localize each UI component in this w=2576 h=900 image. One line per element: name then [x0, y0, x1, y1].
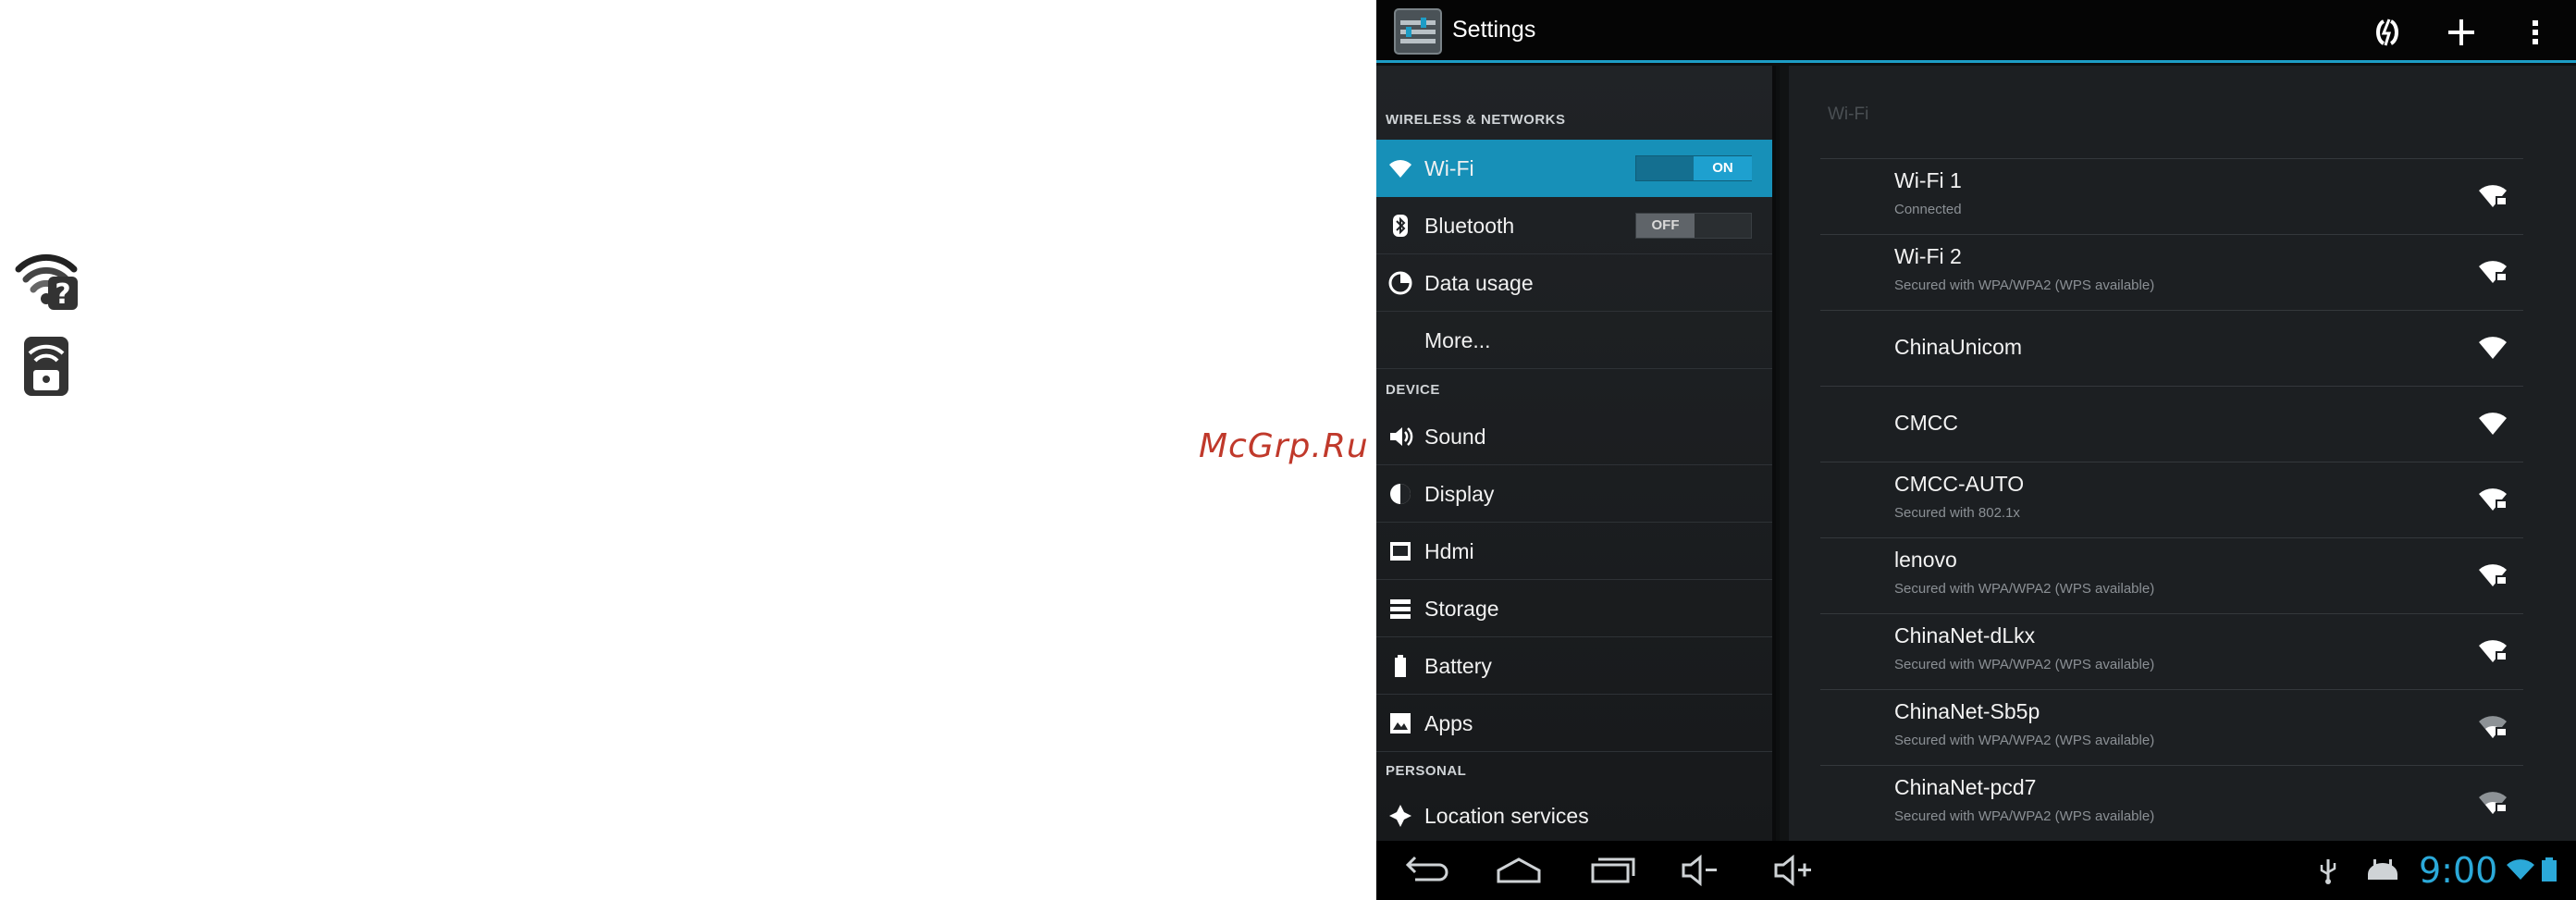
- battery-status-icon: [2538, 854, 2560, 885]
- sidebar-item-bluetooth[interactable]: Bluetooth OFF: [1376, 197, 1772, 254]
- network-name: CMCC: [1894, 411, 1958, 435]
- network-name: ChinaUnicom: [1894, 335, 2023, 359]
- sidebar-item-label: Battery: [1424, 654, 1492, 678]
- network-item[interactable]: ChinaUnicom: [1820, 310, 2523, 386]
- wifi-locked-icon: [13, 333, 80, 400]
- network-name: Wi-Fi 2: [1894, 244, 1962, 268]
- network-status: Secured with WPA/WPA2 (WPS available): [1894, 581, 2155, 597]
- wifi-signal-icon: [2505, 854, 2536, 885]
- wifi-secured-icon: [2477, 636, 2508, 668]
- wifi-network-list: Wi-Fi Wi-Fi 1 Connected Wi-Fi 2 Secured …: [1780, 66, 2576, 841]
- display-icon: [1387, 481, 1413, 507]
- wifi-open-icon: [2477, 409, 2508, 440]
- sound-icon: [1387, 424, 1413, 450]
- apps-icon: [1387, 710, 1413, 736]
- watermark: McGrp.Ru: [1199, 427, 1369, 465]
- wifi-secured-icon: [2477, 181, 2508, 213]
- recent-apps-icon[interactable]: [1584, 850, 1639, 891]
- toggle-state: OFF: [1636, 214, 1695, 238]
- location-icon: [1387, 803, 1413, 829]
- wifi-icon: [1387, 155, 1413, 181]
- wifi-secured-weak-icon: [2477, 712, 2508, 744]
- hdmi-icon: [1387, 538, 1413, 564]
- sidebar-item-battery[interactable]: Battery: [1376, 637, 1772, 695]
- sidebar-item-label: Wi-Fi: [1424, 156, 1474, 180]
- sidebar-item-display[interactable]: Display: [1376, 465, 1772, 523]
- network-status: Connected: [1894, 202, 1962, 217]
- battery-icon: [1387, 653, 1413, 679]
- settings-app-icon[interactable]: [1393, 7, 1443, 55]
- wifi-secured-icon: [2477, 485, 2508, 516]
- sidebar-item-label: Storage: [1424, 597, 1499, 621]
- storage-icon: [1387, 596, 1413, 622]
- device-screen: Settings WIRELESS & NETWORKS Wi-Fi ON Bl…: [1376, 0, 2576, 900]
- network-item[interactable]: ChinaNet-dLkx Secured with WPA/WPA2 (WPS…: [1820, 613, 2523, 689]
- settings-headers-pane: WIRELESS & NETWORKS Wi-Fi ON Bluetooth O…: [1376, 66, 1776, 841]
- network-status: Secured with WPA/WPA2 (WPS available): [1894, 808, 2155, 824]
- data-usage-icon: [1387, 270, 1413, 296]
- overflow-menu-icon[interactable]: [2514, 11, 2557, 54]
- network-item[interactable]: lenovo Secured with WPA/WPA2 (WPS availa…: [1820, 537, 2523, 613]
- add-icon[interactable]: [2440, 11, 2483, 54]
- sidebar-item-label: Bluetooth: [1424, 214, 1515, 238]
- sidebar-item-more[interactable]: More...: [1376, 312, 1772, 369]
- network-item[interactable]: ChinaNet-Sb5p Secured with WPA/WPA2 (WPS…: [1820, 689, 2523, 765]
- network-name: ChinaNet-Sb5p: [1894, 699, 2040, 723]
- details-title: Wi-Fi: [1828, 105, 1869, 124]
- network-status: Secured with WPA/WPA2 (WPS available): [1894, 277, 2155, 293]
- network-item[interactable]: CMCC: [1820, 386, 2523, 462]
- sidebar-item-apps[interactable]: Apps: [1376, 695, 1772, 752]
- sidebar-item-label: Location services: [1424, 804, 1589, 828]
- sidebar-item-data-usage[interactable]: Data usage: [1376, 254, 1772, 312]
- action-bar: Settings: [1376, 0, 2576, 63]
- sidebar-item-label: Apps: [1424, 711, 1473, 735]
- sidebar-item-label: Hdmi: [1424, 539, 1474, 563]
- home-icon[interactable]: [1491, 850, 1547, 891]
- wifi-secured-icon: [2477, 257, 2508, 289]
- network-status: Secured with WPA/WPA2 (WPS available): [1894, 733, 2155, 748]
- toggle-state: ON: [1694, 156, 1752, 180]
- wifi-secured-icon: [2477, 561, 2508, 592]
- bluetooth-icon: [1387, 213, 1413, 239]
- usb-icon: [2312, 854, 2344, 885]
- network-status: Secured with WPA/WPA2 (WPS available): [1894, 657, 2155, 672]
- page-title: Settings: [1452, 17, 1536, 43]
- svg-text:?: ?: [55, 278, 70, 311]
- section-header-wireless: WIRELESS & NETWORKS: [1386, 112, 1566, 128]
- sidebar-item-storage[interactable]: Storage: [1376, 580, 1772, 637]
- sidebar-item-wifi[interactable]: Wi-Fi ON: [1376, 140, 1772, 197]
- network-name: lenovo: [1894, 548, 1957, 572]
- sidebar-item-label: More...: [1424, 328, 1491, 352]
- sidebar-item-label: Data usage: [1424, 271, 1534, 295]
- network-name: Wi-Fi 1: [1894, 168, 1962, 192]
- section-header-device: DEVICE: [1386, 382, 1440, 398]
- wifi-open-icon: [2477, 333, 2508, 364]
- wifi-secured-weak-icon: [2477, 788, 2508, 820]
- android-debug-icon: [2362, 854, 2403, 885]
- section-header-personal: PERSONAL: [1386, 763, 1467, 779]
- sidebar-item-hdmi[interactable]: Hdmi: [1376, 523, 1772, 580]
- network-item[interactable]: CMCC-AUTO Secured with 802.1x: [1820, 462, 2523, 537]
- sidebar-item-label: Display: [1424, 482, 1495, 506]
- network-item[interactable]: ChinaNet-pcd7 Secured with WPA/WPA2 (WPS…: [1820, 765, 2523, 841]
- network-item[interactable]: Wi-Fi 1 Connected: [1820, 158, 2523, 234]
- network-name: ChinaNet-pcd7: [1894, 775, 2037, 799]
- volume-down-icon[interactable]: [1672, 850, 1728, 891]
- wifi-toggle[interactable]: ON: [1635, 155, 1752, 181]
- network-name: ChinaNet-dLkx: [1894, 623, 2036, 647]
- volume-up-icon[interactable]: [1765, 850, 1820, 891]
- wifi-unknown-icon: ?: [13, 245, 80, 312]
- sidebar-item-location-services[interactable]: Location services: [1376, 787, 1772, 841]
- network-status: Secured with 802.1x: [1894, 505, 2020, 521]
- network-item[interactable]: Wi-Fi 2 Secured with WPA/WPA2 (WPS avail…: [1820, 234, 2523, 310]
- back-icon[interactable]: [1397, 850, 1452, 891]
- bluetooth-toggle[interactable]: OFF: [1635, 213, 1752, 239]
- wps-icon[interactable]: [2366, 11, 2409, 54]
- system-bar: 9:00: [1376, 841, 2576, 900]
- sidebar-item-label: Sound: [1424, 425, 1486, 449]
- clock: 9:00: [2419, 850, 2498, 891]
- network-name: CMCC-AUTO: [1894, 472, 2025, 496]
- sidebar-item-sound[interactable]: Sound: [1376, 408, 1772, 465]
